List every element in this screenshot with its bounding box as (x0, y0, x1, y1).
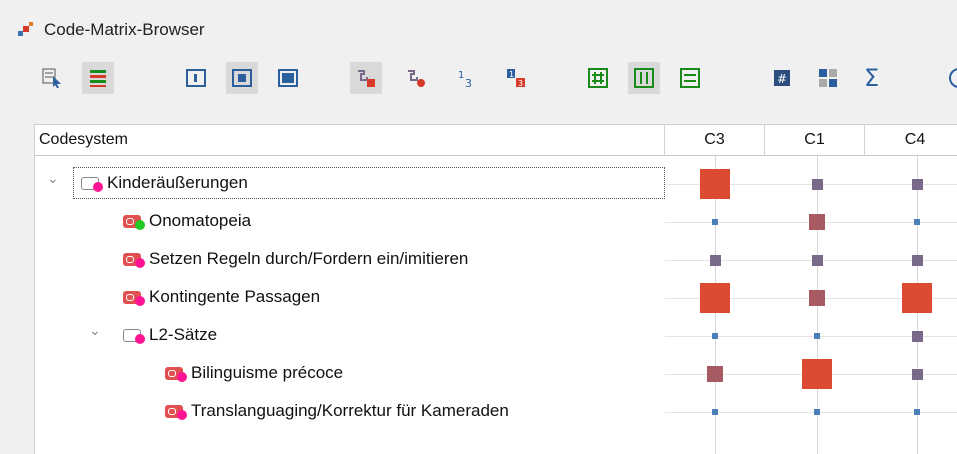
frequency-square[interactable] (700, 283, 730, 313)
matrix-number-icon[interactable] (812, 62, 844, 94)
code-tag-icon (123, 329, 145, 344)
hash-icon[interactable]: # (766, 62, 798, 94)
grid-columns-icon[interactable] (628, 62, 660, 94)
frequency-square[interactable] (712, 409, 718, 415)
code-label[interactable]: Kontingente Passagen (149, 287, 320, 307)
view-medium-icon[interactable] (226, 62, 258, 94)
header-col-c3[interactable]: C3 (665, 125, 765, 155)
frequency-square[interactable] (809, 290, 825, 306)
title-bar: Code-Matrix-Browser (0, 0, 957, 52)
expand-chevron-icon[interactable]: ⌄ (47, 171, 59, 187)
code-tag-icon (165, 405, 187, 420)
frequency-square[interactable] (707, 366, 723, 382)
app-icon (18, 22, 34, 38)
expand-chevron-icon[interactable]: ⌄ (89, 323, 101, 339)
code-number-red-icon[interactable]: 13 (500, 62, 532, 94)
view-wide-icon[interactable] (272, 62, 304, 94)
code-row[interactable]: Kontingente Passagen (35, 279, 957, 317)
frequency-square[interactable] (914, 409, 920, 415)
code-tag-icon (123, 253, 145, 268)
frequency-square[interactable] (712, 333, 718, 339)
frequency-square[interactable] (811, 254, 823, 266)
code-row[interactable]: Translanguaging/Korrektur für Kameraden (35, 393, 957, 431)
sigma-icon[interactable]: Σ (864, 64, 879, 92)
code-row[interactable]: Onomatopeia (35, 203, 957, 241)
frequency-square[interactable] (700, 169, 730, 199)
header-col-c4[interactable]: C4 (865, 125, 957, 155)
code-label[interactable]: Onomatopeia (149, 211, 251, 231)
code-label[interactable]: Bilinguisme précoce (191, 363, 343, 383)
frequency-square[interactable] (712, 219, 718, 225)
code-number-icon[interactable]: 13 (450, 62, 482, 94)
code-label[interactable]: Translanguaging/Korrektur für Kameraden (191, 401, 509, 421)
code-matrix-grid: Codesystem C3 C1 C4 ⌄ Kinderäußerungen Ono… (34, 124, 957, 454)
svg-text:3: 3 (518, 79, 523, 88)
svg-text:1: 1 (458, 70, 464, 81)
grid-hash-icon[interactable] (582, 62, 614, 94)
code-tag-icon (123, 291, 145, 306)
grid-rows-icon[interactable] (674, 62, 706, 94)
frequency-square[interactable] (911, 368, 923, 380)
frequency-square[interactable] (911, 178, 923, 190)
frequency-square[interactable] (709, 254, 721, 266)
code-square-icon[interactable] (350, 62, 382, 94)
svg-text:1: 1 (509, 70, 514, 79)
frequency-square[interactable] (802, 359, 832, 389)
color-bars-icon[interactable] (82, 62, 114, 94)
code-row[interactable]: Setzen Regeln durch/Fordern ein/imitiere… (35, 241, 957, 279)
toolbar: 13 13 # Σ (0, 52, 957, 120)
code-tag-icon (123, 215, 145, 230)
view-narrow-icon[interactable] (180, 62, 212, 94)
frequency-square[interactable] (911, 330, 923, 342)
code-row[interactable]: Bilinguisme précoce (35, 355, 957, 393)
code-row[interactable]: ⌄ L2-Sätze (35, 317, 957, 355)
header-col-c1[interactable]: C1 (765, 125, 865, 155)
code-label[interactable]: Setzen Regeln durch/Fordern ein/imitiere… (149, 249, 468, 269)
select-cursor-icon[interactable] (36, 62, 68, 94)
frequency-square[interactable] (814, 333, 820, 339)
frequency-square[interactable] (809, 214, 825, 230)
frequency-square[interactable] (814, 409, 820, 415)
frequency-square[interactable] (914, 219, 920, 225)
header-codesystem[interactable]: Codesystem (35, 125, 665, 155)
focus-outline (73, 167, 665, 199)
code-tag-icon (165, 367, 187, 382)
code-circle-icon[interactable] (400, 62, 432, 94)
table-header: Codesystem C3 C1 C4 (35, 125, 957, 156)
code-label[interactable]: L2-Sätze (149, 325, 217, 345)
svg-text:3: 3 (465, 77, 472, 89)
svg-text:#: # (777, 72, 787, 86)
info-icon[interactable] (934, 62, 957, 94)
frequency-square[interactable] (902, 283, 932, 313)
window-title: Code-Matrix-Browser (44, 20, 205, 39)
frequency-square[interactable] (811, 178, 823, 190)
frequency-square[interactable] (911, 254, 923, 266)
